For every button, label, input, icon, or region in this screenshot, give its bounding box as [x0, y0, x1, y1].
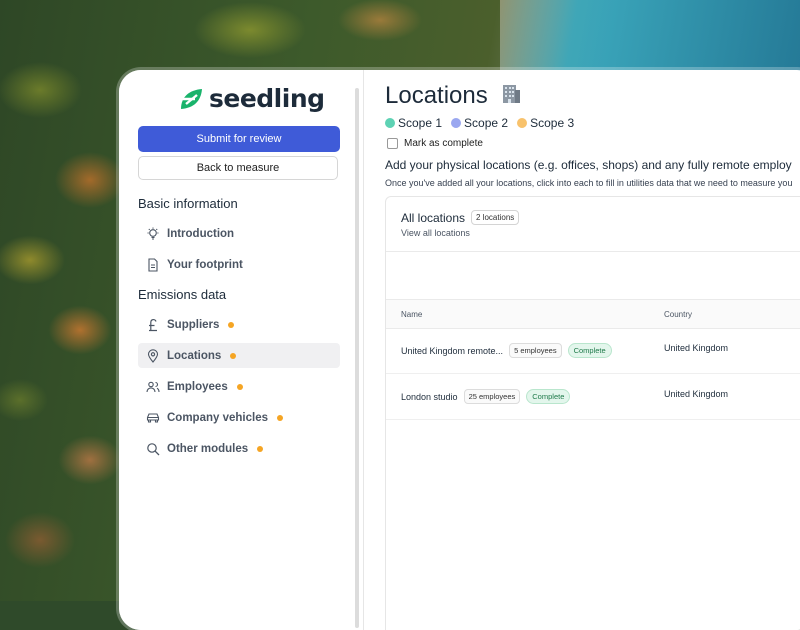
location-name-cell: London studio 25 employees Complete: [401, 389, 571, 404]
sidebar-divider: [363, 70, 364, 630]
search-icon: [146, 442, 160, 456]
incomplete-dot: [228, 321, 235, 328]
scope-3-tag: Scope 3: [517, 116, 574, 130]
locations-count-badge: 2 locations: [471, 210, 520, 225]
sidebar-item-your-footprint[interactable]: Your footprint: [138, 252, 340, 277]
brand-name: seedling: [209, 84, 325, 113]
panel-divider: [386, 251, 800, 252]
location-pin-icon: [146, 348, 160, 363]
sidebar-item-label: Introduction: [167, 227, 235, 240]
section-subtext: Once you've added all your locations, cl…: [385, 178, 793, 188]
table-header: Name Country: [386, 299, 800, 329]
submit-for-review-button[interactable]: Submit for review: [138, 126, 340, 152]
panel-title: All locations 2 locations: [401, 210, 520, 225]
section-heading: Add your physical locations (e.g. office…: [385, 158, 792, 172]
sidebar-item-label: Your footprint: [167, 258, 243, 271]
locations-panel: All locations 2 locations View all locat…: [385, 196, 800, 630]
country-cell: United Kingdom: [664, 343, 729, 353]
scope-3-label: Scope 3: [530, 116, 575, 130]
pound-icon: [146, 318, 160, 332]
country-cell: United Kingdom: [664, 389, 729, 399]
sidebar-item-introduction[interactable]: Introduction: [138, 221, 340, 246]
lightbulb-icon: [146, 227, 160, 241]
section-basic-information: Basic information: [138, 196, 238, 211]
sidebar-item-company-vehicles[interactable]: Company vehicles: [138, 405, 340, 430]
sidebar-item-employees[interactable]: Employees: [138, 374, 340, 399]
app-window: seedling Submit for review Back to measu…: [119, 70, 800, 630]
incomplete-dot: [230, 352, 237, 359]
mark-as-complete[interactable]: Mark as complete: [387, 138, 483, 149]
sidebar-scrollbar[interactable]: [355, 88, 359, 628]
scope-2-label: Scope 2: [464, 116, 509, 130]
mark-complete-checkbox[interactable]: [387, 138, 398, 149]
table-row[interactable]: United Kingdom remote... 5 employees Com…: [386, 327, 800, 374]
page-title: Locations: [385, 82, 522, 111]
main-content: Locations Scope 1 Scope 2 Scope 3 Mark a…: [365, 70, 800, 630]
sidebar-item-label: Employees: [167, 380, 228, 393]
section-emissions-data: Emissions data: [138, 287, 227, 302]
scope-2-tag: Scope 2: [451, 116, 508, 130]
sidebar-item-locations[interactable]: Locations: [138, 343, 340, 368]
panel-title-text: All locations: [401, 210, 466, 225]
sidebar-item-label: Company vehicles: [167, 411, 268, 424]
incomplete-dot: [276, 414, 283, 421]
back-to-measure-button[interactable]: Back to measure: [138, 156, 338, 180]
sidebar-item-label: Locations: [167, 349, 222, 362]
scope-1-tag: Scope 1: [385, 116, 442, 130]
location-name: United Kingdom remote...: [401, 345, 504, 356]
building-icon: [500, 82, 522, 111]
sidebar-item-suppliers[interactable]: Suppliers: [138, 312, 340, 337]
table-row[interactable]: London studio 25 employees Complete Unit…: [386, 373, 800, 420]
scope-2-dot: [451, 118, 462, 128]
mark-complete-label: Mark as complete: [404, 138, 483, 149]
employees-badge: 25 employees: [463, 389, 521, 404]
incomplete-dot: [236, 383, 243, 390]
view-all-locations-link[interactable]: View all locations: [401, 228, 470, 238]
scope-1-label: Scope 1: [398, 116, 443, 130]
employees-badge: 5 employees: [509, 343, 562, 358]
column-header-country[interactable]: Country: [664, 310, 692, 319]
status-badge: Complete: [567, 343, 612, 358]
page-title-text: Locations: [385, 82, 488, 109]
incomplete-dot: [257, 445, 264, 452]
scope-1-dot: [385, 118, 395, 128]
sidebar-item-other-modules[interactable]: Other modules: [138, 436, 340, 461]
scope-legend: Scope 1 Scope 2 Scope 3: [385, 116, 574, 130]
column-header-name[interactable]: Name: [401, 310, 422, 319]
location-name-cell: United Kingdom remote... 5 employees Com…: [401, 343, 612, 358]
sidebar-item-label: Other modules: [167, 442, 249, 455]
leaf-logo-icon: [181, 88, 202, 109]
document-icon: [146, 257, 160, 272]
people-icon: [146, 380, 160, 394]
location-name: London studio: [401, 391, 458, 402]
scope-3-dot: [517, 118, 528, 128]
car-icon: [146, 411, 160, 425]
status-badge: Complete: [526, 389, 571, 404]
sidebar: seedling Submit for review Back to measu…: [119, 70, 357, 630]
sidebar-item-label: Suppliers: [167, 318, 220, 331]
logo: seedling: [177, 84, 325, 113]
